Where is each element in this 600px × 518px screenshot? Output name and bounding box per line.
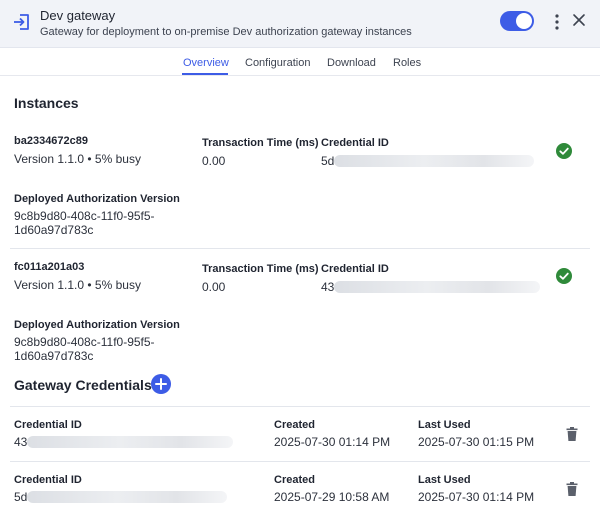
created-label: Created [274, 474, 315, 486]
deployed-version-label: Deployed Authorization Version [14, 193, 180, 205]
credential-id-prefix: 5d [14, 490, 28, 504]
created-value: 2025-07-29 10:58 AM [274, 490, 390, 504]
credential-id-label: Credential ID [321, 263, 389, 275]
instance-version-status: Version 1.1.0 • 5% busy [14, 152, 141, 166]
deployed-version-label: Deployed Authorization Version [14, 319, 180, 331]
tab-configuration[interactable]: Configuration [245, 57, 310, 69]
instance-id: fc011a201a03 [14, 261, 85, 273]
transaction-time-value: 0.00 [202, 154, 226, 168]
credential-id-redacted [334, 155, 534, 167]
instance-version-status: Version 1.1.0 • 5% busy [14, 278, 141, 292]
add-credential-button[interactable] [151, 374, 171, 394]
trash-icon[interactable] [566, 482, 578, 496]
tab-overview[interactable]: Overview [183, 57, 229, 69]
close-icon[interactable] [572, 13, 586, 27]
gateway-subtitle: Gateway for deployment to on-premise Dev… [40, 26, 412, 38]
panel-header: Dev gateway Gateway for deployment to on… [0, 0, 600, 48]
deployed-version-line2: 1d60a97d783c [14, 349, 94, 363]
credential-id-prefix: 5d [321, 154, 335, 168]
last-used-value: 2025-07-30 01:14 PM [418, 490, 535, 504]
more-options-icon[interactable] [550, 13, 564, 31]
instances-heading: Instances [14, 95, 79, 111]
last-used-value: 2025-07-30 01:15 PM [418, 435, 535, 449]
plus-icon [155, 378, 167, 390]
toggle-knob [516, 13, 532, 29]
created-value: 2025-07-30 01:14 PM [274, 435, 391, 449]
credential-id-redacted [334, 281, 540, 293]
last-used-label: Last Used [418, 474, 471, 486]
credential-id-redacted [27, 491, 227, 503]
tab-bar: Overview Configuration Download Roles [0, 52, 600, 76]
transaction-time-value: 0.00 [202, 280, 226, 294]
created-label: Created [274, 419, 315, 431]
deployed-version-line2: 1d60a97d783c [14, 223, 94, 237]
deployed-version-line1: 9c8b9d80-408c-11f0-95f5- [14, 209, 155, 223]
deployed-version-line1: 9c8b9d80-408c-11f0-95f5- [14, 335, 155, 349]
active-tab-indicator [182, 73, 228, 75]
gateway-login-icon [14, 14, 29, 30]
credential-id-label: Credential ID [14, 419, 82, 431]
divider [10, 248, 590, 249]
transaction-time-label: Transaction Time (ms) [202, 263, 319, 275]
credential-id-prefix: 43 [14, 435, 28, 449]
last-used-label: Last Used [418, 419, 471, 431]
gateway-enabled-toggle[interactable] [500, 11, 534, 31]
transaction-time-label: Transaction Time (ms) [202, 137, 319, 149]
trash-icon[interactable] [566, 427, 578, 441]
tab-download[interactable]: Download [327, 57, 376, 69]
divider [10, 461, 590, 462]
gateway-credentials-heading: Gateway Credentials [14, 377, 152, 393]
credential-id-label: Credential ID [321, 137, 389, 149]
divider [10, 406, 590, 407]
credential-id-redacted [27, 436, 233, 448]
instance-id: ba2334672c89 [14, 135, 89, 147]
check-circle-icon [556, 143, 572, 159]
credential-id-label: Credential ID [14, 474, 82, 486]
tab-roles[interactable]: Roles [393, 57, 421, 69]
credential-id-prefix: 43 [321, 280, 335, 294]
gateway-title: Dev gateway [40, 8, 116, 23]
check-circle-icon [556, 268, 572, 284]
